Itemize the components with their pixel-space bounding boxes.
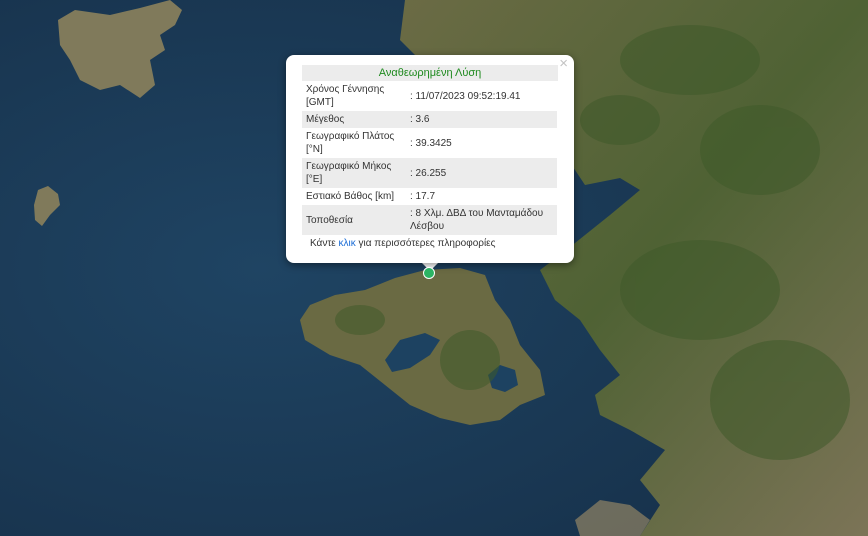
earthquake-info-popup: × Αναθεωρημένη Λύση Χρόνος Γέννησης [GMT…	[286, 55, 574, 263]
more-prefix: Κάντε	[310, 238, 339, 249]
row-value: : 8 Χλμ. ΔΒΔ του Μανταμάδου Λέσβου	[406, 205, 557, 235]
table-row-longitude: Γεωγραφικό Μήκος [°E] : 26.255	[302, 158, 557, 188]
more-info-text: Κάντε κλικ για περισσότερες πληροφορίες	[310, 238, 558, 249]
more-suffix: για περισσότερες πληροφορίες	[355, 238, 496, 249]
table-row-location: Τοποθεσία : 8 Χλμ. ΔΒΔ του Μανταμάδου Λέ…	[302, 205, 557, 235]
row-label: Χρόνος Γέννησης [GMT]	[306, 84, 385, 108]
table-row-depth: Εστιακό Βάθος [km] : 17.7	[302, 188, 557, 205]
row-label: Εστιακό Βάθος [km]	[306, 191, 395, 202]
row-value: : 39.3425	[410, 137, 452, 149]
table-row-latitude: Γεωγραφικό Πλάτος [°N] : 39.3425	[302, 128, 557, 158]
epicenter-dot-icon[interactable]	[423, 267, 435, 279]
more-info-link[interactable]: κλικ	[339, 238, 356, 249]
earthquake-details-table: Χρόνος Γέννησης [GMT] : 11/07/2023 09:52…	[302, 81, 557, 235]
row-value: : 17.7	[410, 191, 436, 202]
table-row-origin-time: Χρόνος Γέννησης [GMT] : 11/07/2023 09:52…	[302, 81, 557, 111]
popup-title: Αναθεωρημένη Λύση	[302, 65, 558, 81]
close-icon[interactable]: ×	[559, 56, 568, 71]
row-label: Μέγεθος	[302, 111, 406, 128]
row-label: Γεωγραφικό Μήκος [°E]	[302, 158, 406, 188]
row-value: : 3.6	[406, 111, 557, 128]
row-value: : 11/07/2023 09:52:19.41	[410, 90, 521, 102]
row-label: Γεωγραφικό Πλάτος [°N]	[306, 131, 395, 155]
row-value: : 26.255	[406, 158, 557, 188]
row-label: Τοποθεσία	[302, 205, 406, 235]
table-row-magnitude: Μέγεθος : 3.6	[302, 111, 557, 128]
